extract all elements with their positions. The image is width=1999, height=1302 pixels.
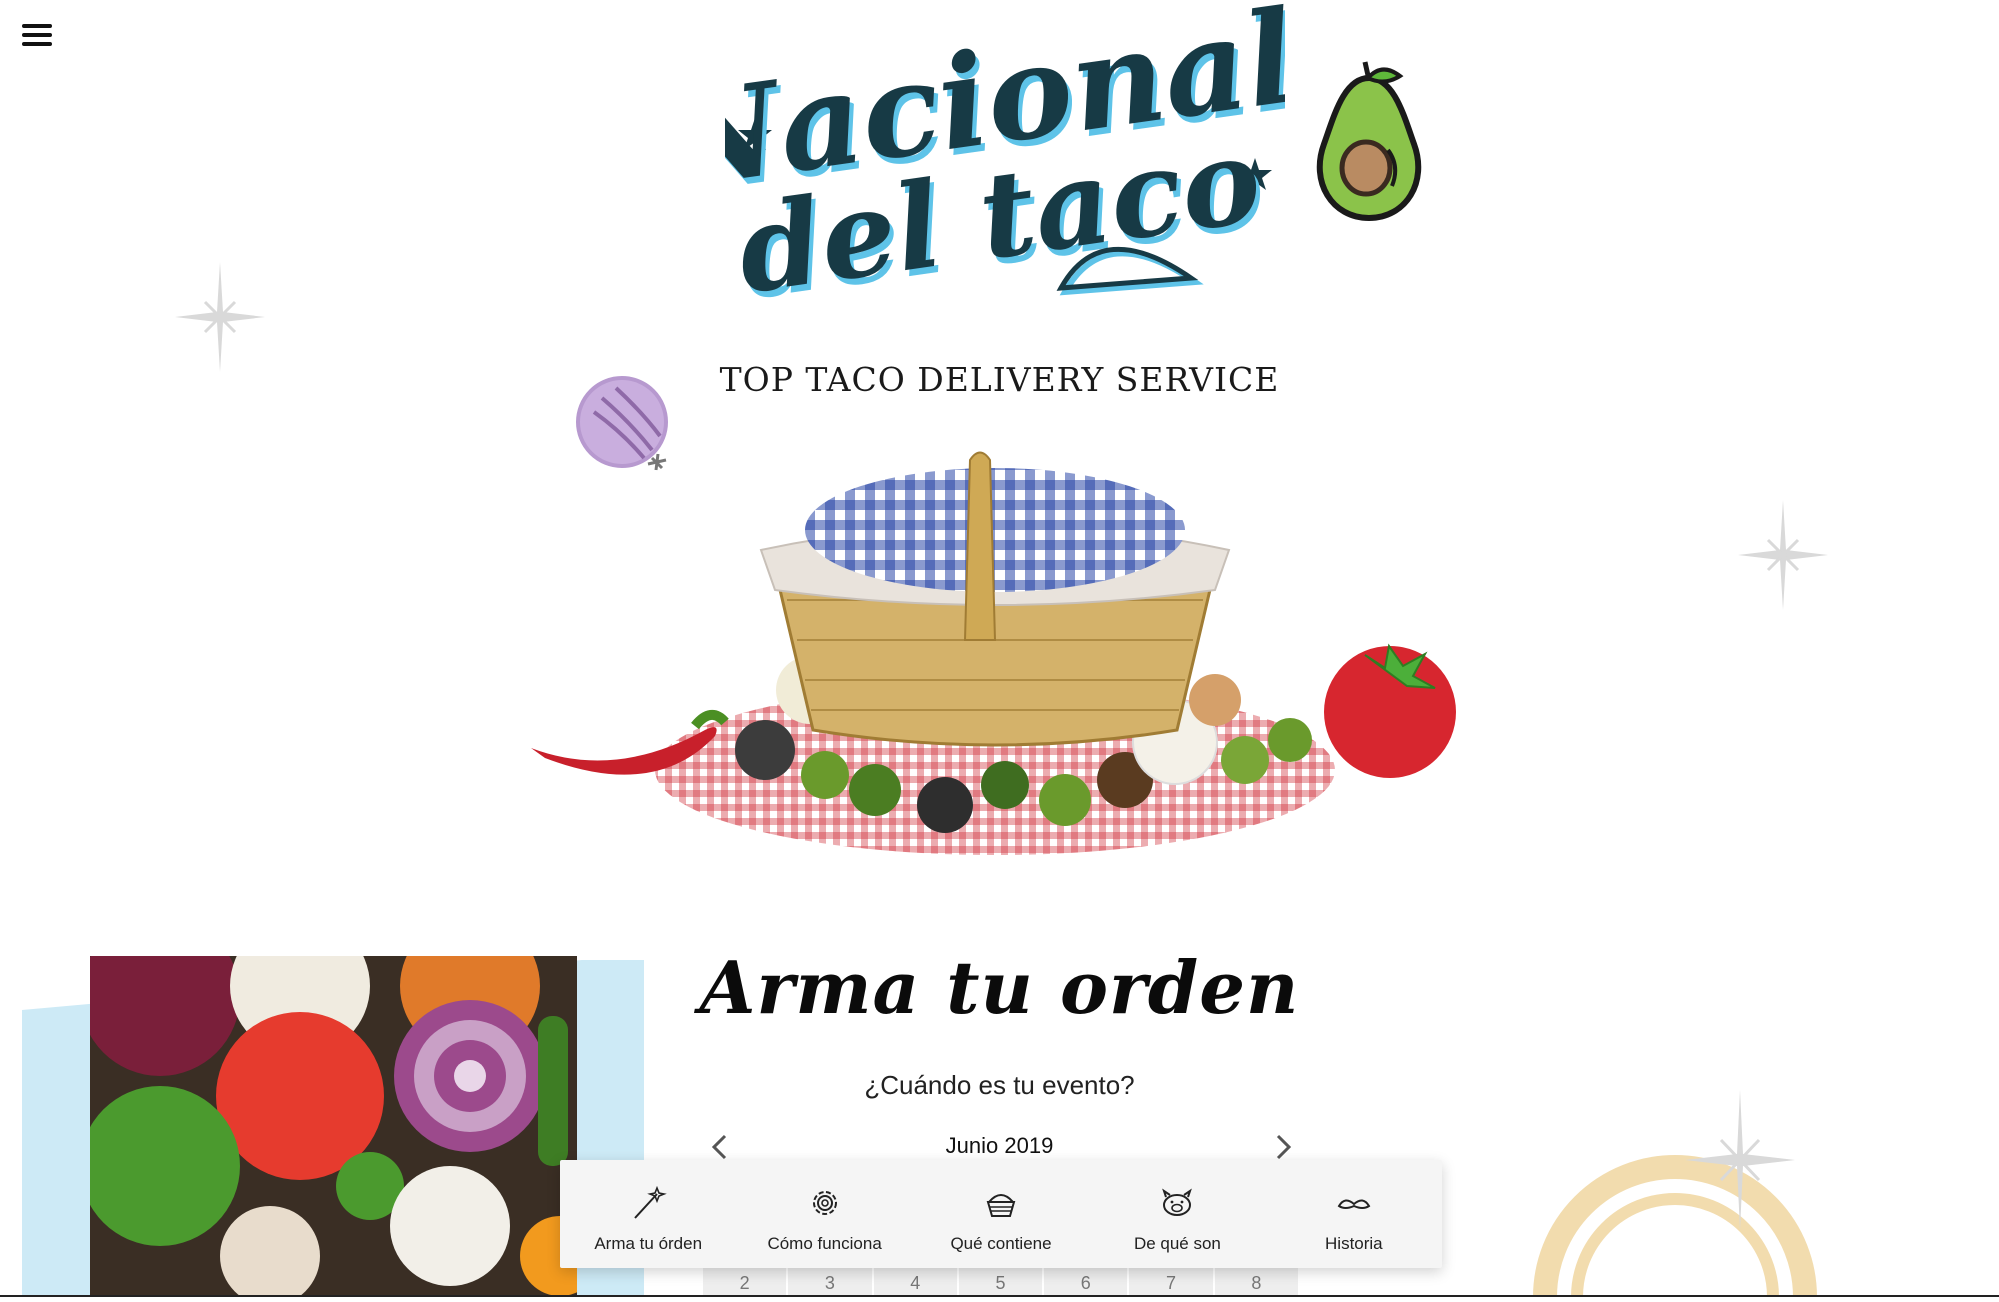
hamburger-menu-icon[interactable]: [22, 24, 52, 50]
nacional-del-taco-logo: Nacional Nacional del taco del taco: [725, 0, 1285, 320]
nav-label: Arma tu órden: [594, 1234, 703, 1253]
sparkle-icon: [175, 262, 265, 372]
calendar-week-row: 2 3 4 5 6 7 8: [703, 1264, 1300, 1297]
calendar-day[interactable]: 3: [788, 1264, 874, 1297]
calendar-day[interactable]: 2: [703, 1264, 789, 1297]
nav-item-que-contiene[interactable]: Qué contiene: [913, 1160, 1089, 1268]
calendar-day[interactable]: 8: [1214, 1264, 1300, 1297]
bottom-navigation-bar: Arma tu órden Cómo funciona Qué contiene…: [560, 1160, 1442, 1268]
pig-icon: [1162, 1188, 1193, 1216]
nav-item-de-que-son[interactable]: De qué son: [1089, 1160, 1265, 1268]
order-section-title: Arma tu orden: [699, 945, 1300, 1030]
nav-label: Cómo funciona: [767, 1234, 882, 1253]
sparkle-icon: [1685, 1090, 1795, 1230]
avocado-icon: [1316, 61, 1422, 222]
nav-item-como-funciona[interactable]: Cómo funciona: [736, 1160, 912, 1268]
taco-basket-hero-image: [531, 451, 1456, 855]
sparkle-icon: [1738, 500, 1828, 610]
nav-item-arma-tu-orden[interactable]: Arma tu órden: [560, 1160, 736, 1268]
nav-label: De qué son: [1133, 1234, 1221, 1253]
calendar-day[interactable]: 5: [958, 1264, 1045, 1297]
nav-label: Historia: [1325, 1234, 1383, 1253]
calendar-day[interactable]: 7: [1129, 1264, 1215, 1297]
gear-icon: [812, 1191, 837, 1215]
nav-label: Qué contiene: [950, 1234, 1052, 1253]
chevron-right-icon[interactable]: [1268, 1130, 1298, 1164]
mustache-icon: [1337, 1199, 1371, 1209]
basket-icon: [986, 1194, 1016, 1217]
calendar-day[interactable]: 4: [873, 1264, 959, 1297]
tagline: TOP TACO DELIVERY SERVICE: [719, 360, 1280, 399]
magic-wand-icon: [634, 1185, 667, 1219]
nav-item-historia[interactable]: Historia: [1266, 1160, 1442, 1268]
calendar-day[interactable]: 6: [1044, 1264, 1130, 1297]
